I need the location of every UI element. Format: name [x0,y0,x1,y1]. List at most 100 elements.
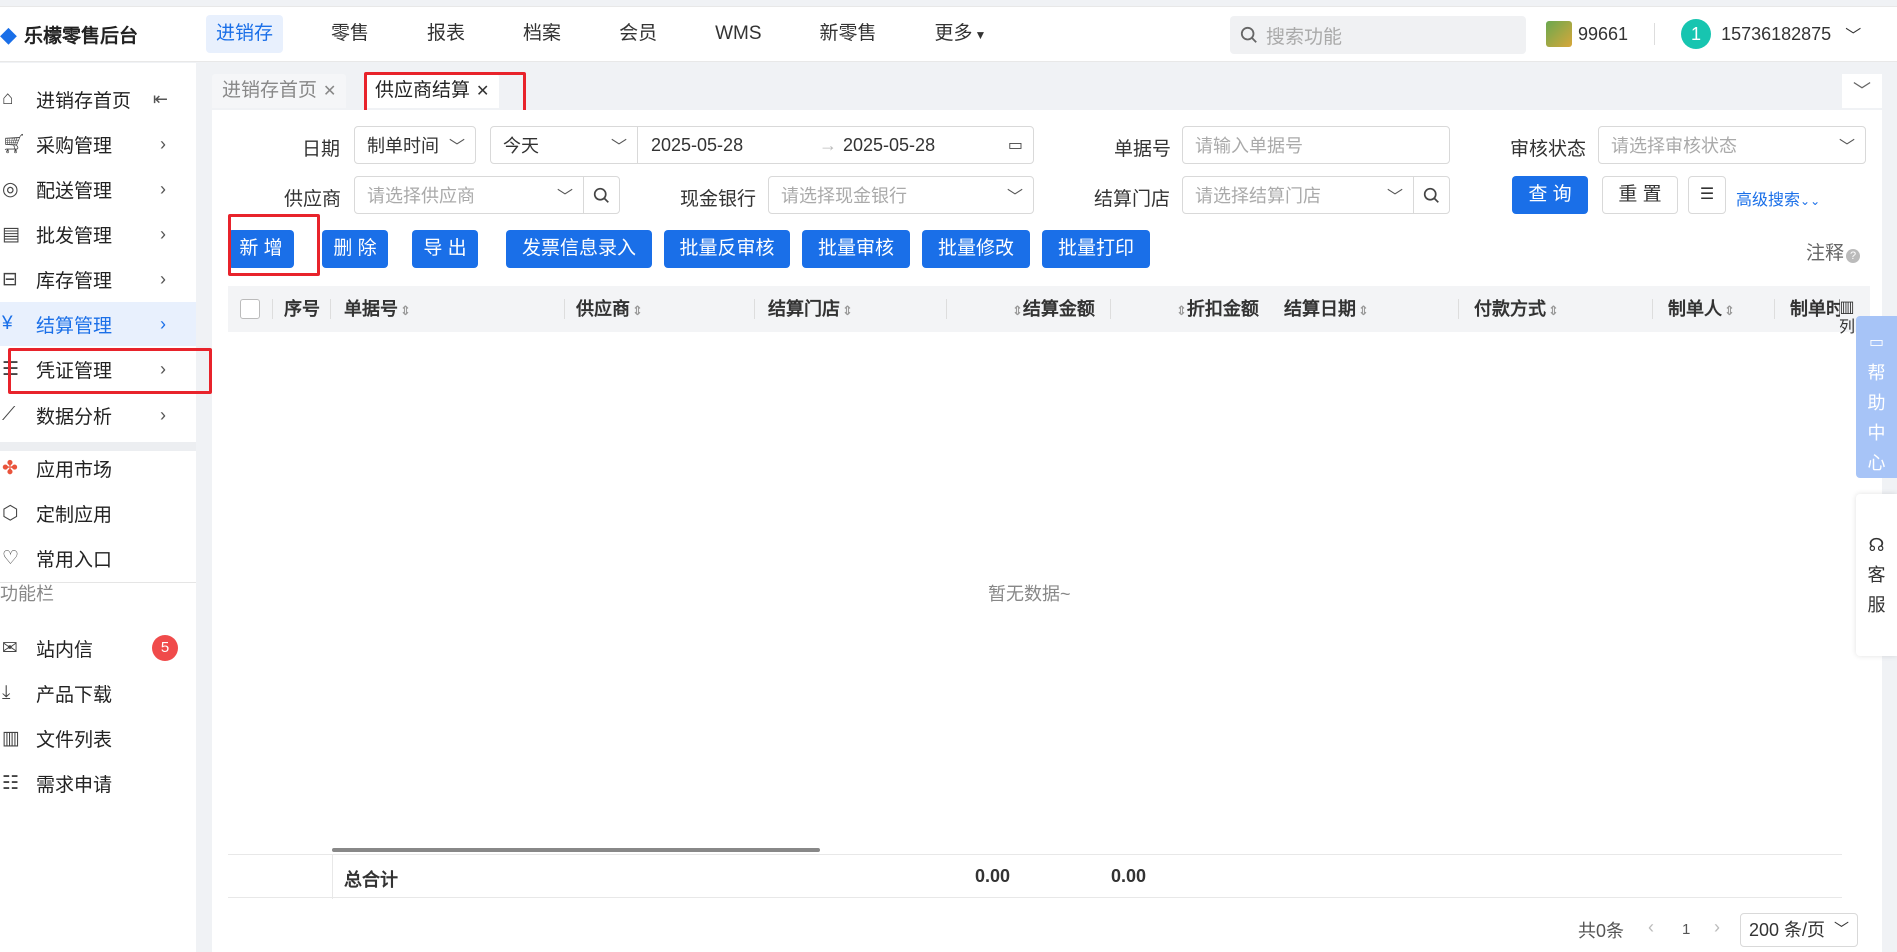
delete-button[interactable]: 删 除 [322,230,388,268]
col-settle-amount[interactable]: ⇕结算金额 [1010,286,1095,332]
caret-down-icon: ▼ [974,28,987,42]
date-start[interactable]: 2025-05-28 [651,135,743,156]
topnav-item-new-retail[interactable]: 新零售 [810,15,887,53]
col-doc-no[interactable]: 单据号 ⇕ [344,286,411,332]
prev-page-icon[interactable]: ‹ [1648,917,1654,938]
col-seq: 序号 [284,286,320,332]
horizontal-scrollbar[interactable] [332,848,820,852]
sidebar-item-delivery[interactable]: ◎ 配送管理 › [0,167,196,211]
col-payment[interactable]: 付款方式 ⇕ [1474,286,1559,332]
request-icon: ☷ [2,772,20,794]
sidebar-inbox[interactable]: ✉ 站内信 5 [0,626,196,670]
audit-status-placeholder: 请选择审核状态 [1611,136,1737,156]
heart-icon: ♡ [2,547,20,569]
col-create-time[interactable]: 制单时 [1790,286,1840,332]
topnav-item-reports[interactable]: 报表 [417,15,475,53]
sidebar-app-market[interactable]: ✤ 应用市场 [0,446,196,490]
sidebar-custom-app[interactable]: ⬡ 定制应用 [0,491,196,535]
logo-icon: ◆ [0,21,17,47]
bank-select[interactable]: 请选择现金银行 ﹀ [768,176,1034,214]
export-button[interactable]: 导 出 [412,230,478,268]
close-icon[interactable]: ✕ [323,83,336,100]
topnav-item-more[interactable]: 更多 ▼ [925,15,997,53]
date-type-select[interactable]: 制单时间 ﹀ [354,126,476,164]
date-end[interactable]: 2025-05-28 [843,135,935,156]
column-settings-toggle[interactable]: ▥ 列 [1838,298,1856,338]
chevron-down-icon: ﹀ [448,139,465,156]
column-divider [1458,299,1459,319]
topnav-item-jxc[interactable]: 进销存 [206,15,284,53]
col-creator[interactable]: 制单人 ⇕ [1668,286,1735,332]
audit-status-select[interactable]: 请选择审核状态 ﹀ [1598,126,1866,164]
sidebar-item-settlement[interactable]: ¥ 结算管理 › [0,302,196,346]
advanced-search-link[interactable]: 高级搜索⌄⌄ [1736,186,1820,210]
audit-status-label: 审核状态 [1510,139,1587,160]
app-logo[interactable]: ◆ 乐檬零售后台 [0,21,138,48]
tabs-dropdown-icon[interactable]: ﹀ [1842,74,1882,108]
user-phone[interactable]: 15736182875 [1721,24,1831,45]
wholesale-icon: ▤ [2,223,20,245]
topnav-item-archive[interactable]: 档案 [513,15,571,53]
doc-no-input[interactable]: 请输入单据号 [1182,126,1450,164]
next-page-icon[interactable]: › [1714,917,1720,938]
topnav-item-wms[interactable]: WMS [705,15,771,53]
avatar[interactable]: 1 [1681,19,1712,49]
sidebar-app-label: 常用入口 [36,549,113,571]
sidebar-item-jxc-home[interactable]: ⌂ 进销存首页 ⇤ [0,77,196,121]
chevron-down-icon: ﹀ [1006,189,1023,206]
question-icon: ? [1846,249,1861,263]
filter-settings-icon[interactable]: ☰ [1688,176,1726,214]
supplier-select[interactable]: 请选择供应商 ﹀ [354,176,620,214]
chevron-down-icon[interactable]: ﹀ [1845,22,1861,46]
col-discount[interactable]: ⇕折扣金额 [1174,286,1259,332]
supplier-search-button[interactable] [583,177,619,213]
invoice-entry-button[interactable]: 发票信息录入 [506,230,652,268]
reset-button[interactable]: 重 置 [1602,176,1678,214]
sidebar-item-purchase[interactable]: 🛒︎ 采购管理 › [0,122,196,166]
user-area: 99661 1 15736182875 ﹀ [1546,19,1861,49]
chevron-right-icon: › [160,133,166,154]
download-icon: ⤓ [2,682,11,703]
calendar-icon[interactable]: ▭ [1008,135,1023,155]
col-settle-date[interactable]: 结算日期 ⇕ [1284,286,1369,332]
sidebar: ⌂ 进销存首页 ⇤ 🛒︎ 采购管理 › ◎ 配送管理 › ▤ 批发管理 › ⊟ … [0,63,196,952]
batch-unaudit-button[interactable]: 批量反审核 [664,230,790,268]
note-label[interactable]: 注释? [1806,238,1861,265]
sidebar-item-analysis[interactable]: ⟋ 数据分析 › [0,393,196,437]
sidebar-download[interactable]: ⤓ 产品下载 [0,671,196,715]
topnav-item-retail[interactable]: 零售 [321,15,379,53]
help-center-button[interactable]: ▭ 帮 助 中 心 [1856,316,1897,478]
sidebar-func-label: 需求申请 [36,774,113,796]
customer-service-button[interactable]: ☊ 客 服 [1856,494,1897,656]
topnav-item-member[interactable]: 会员 [609,15,667,53]
sidebar-item-wholesale[interactable]: ▤ 批发管理 › [0,212,196,256]
batch-audit-button[interactable]: 批量审核 [802,230,910,268]
sidebar-request[interactable]: ☷ 需求申请 [0,761,196,805]
column-divider [1110,299,1111,319]
column-divider [272,299,273,319]
col-store[interactable]: 结算门店 ⇕ [768,286,853,332]
query-button[interactable]: 查 询 [1512,176,1588,214]
delivery-icon: ◎ [2,178,19,200]
sidebar-item-label: 采购管理 [36,135,113,157]
shop-code[interactable]: 99661 [1578,24,1628,45]
col-label: 供应商 [576,299,630,319]
function-search-input[interactable]: 搜索功能 [1230,16,1526,54]
page-size-select[interactable]: 200 条/页 ﹀ [1740,913,1858,947]
store-label: 结算门店 [1094,189,1171,210]
col-supplier[interactable]: 供应商 ⇕ [576,286,643,332]
store-select[interactable]: 请选择结算门店 ﹀ [1182,176,1450,214]
date-range-picker[interactable]: 今天 ﹀ 2025-05-28 → 2025-05-28 ▭ [490,126,1034,164]
sidebar-func-label: 产品下载 [36,684,113,706]
store-search-button[interactable] [1413,177,1449,213]
tab-jxc-home[interactable]: 进销存首页 ✕ [212,74,347,108]
sidebar-item-inventory[interactable]: ⊟ 库存管理 › [0,257,196,301]
sidebar-file-list[interactable]: ▥ 文件列表 [0,716,196,760]
select-all-checkbox[interactable] [240,299,260,319]
collapse-sidebar-icon[interactable]: ⇤ [153,89,168,110]
page-number[interactable]: 1 [1682,921,1690,938]
double-chevron-down-icon: ⌄⌄ [1800,194,1821,208]
home-icon: ⌂ [2,88,14,109]
batch-edit-button[interactable]: 批量修改 [922,230,1030,268]
batch-print-button[interactable]: 批量打印 [1042,230,1150,268]
